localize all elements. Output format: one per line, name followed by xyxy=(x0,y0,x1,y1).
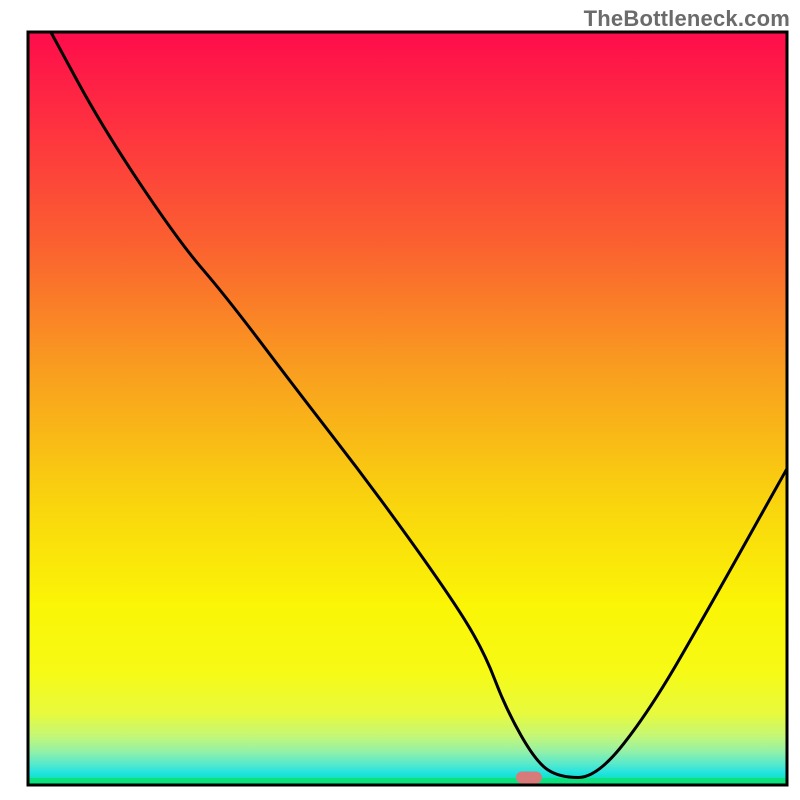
chart-canvas xyxy=(0,0,800,800)
bottleneck-chart: TheBottleneck.com xyxy=(0,0,800,800)
optimal-point-marker xyxy=(516,771,542,783)
site-watermark: TheBottleneck.com xyxy=(584,6,790,32)
